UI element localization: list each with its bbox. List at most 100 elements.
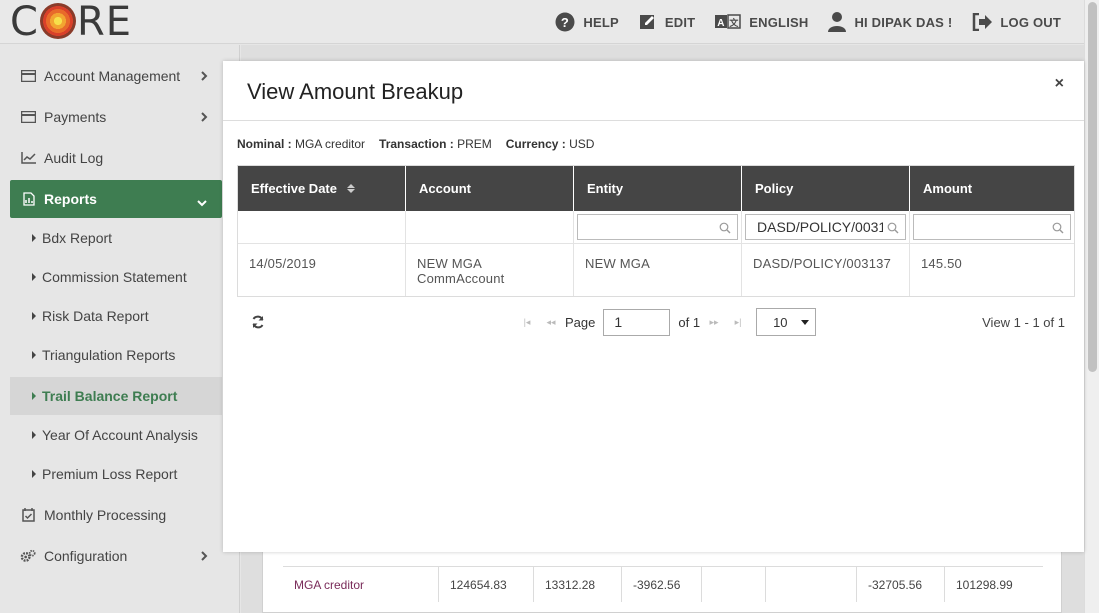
filter-cell-amount — [910, 211, 1074, 244]
sidebar-item-configuration[interactable]: Configuration — [10, 537, 222, 575]
line-chart-icon — [20, 152, 36, 164]
user-greeting: HI DIPAK DAS ! — [854, 14, 953, 30]
sidebar-subitem-commission-statement[interactable]: Commission Statement — [10, 258, 222, 296]
sidebar-item-label: Account Management — [44, 68, 181, 84]
edit-link[interactable]: EDIT — [639, 13, 695, 31]
table-cell — [766, 567, 857, 602]
currency-meta: Currency : USD — [506, 137, 595, 151]
subitem-label: Premium Loss Report — [42, 466, 178, 482]
sidebar-item-account-management[interactable]: Account Management — [10, 57, 222, 95]
trail-balance-table: MGA creditor 124654.83 13312.28 -3962.56… — [283, 548, 1043, 613]
transaction-meta: Transaction : PREM — [379, 137, 492, 151]
sidebar-item-monthly-processing[interactable]: Monthly Processing — [10, 496, 222, 534]
currency-value: USD — [569, 137, 595, 151]
page-label: Page — [565, 314, 596, 330]
column-header-entity[interactable]: Entity — [574, 166, 742, 211]
calendar-check-icon — [20, 508, 36, 522]
logout-link[interactable]: LOG OUT — [972, 13, 1061, 31]
last-page-icon[interactable]: ▸| — [728, 317, 748, 328]
subitem-label: Risk Data Report — [42, 308, 149, 324]
sidebar-subitem-risk-data-report[interactable]: Risk Data Report — [10, 297, 222, 335]
sidebar-subitem-year-of-account-analysis[interactable]: Year Of Account Analysis — [10, 416, 222, 454]
table-cell: 124654.83 — [439, 567, 534, 602]
entity-filter-input[interactable] — [578, 215, 737, 239]
column-header-policy[interactable]: Policy — [742, 166, 910, 211]
subitem-label: Commission Statement — [42, 269, 187, 285]
sidebar-item-payments[interactable]: Payments — [10, 98, 222, 136]
svg-text:A: A — [718, 18, 725, 29]
translate-icon: A文 — [715, 14, 742, 30]
refresh-icon[interactable] — [251, 315, 265, 332]
language-label: ENGLISH — [749, 14, 809, 30]
column-label: Effective Date — [251, 181, 337, 196]
sign-out-icon — [972, 13, 993, 31]
filter-cell-empty — [406, 211, 574, 244]
rows-per-page-value: 10 — [773, 314, 788, 330]
page-number-input[interactable]: 1 — [603, 308, 671, 336]
chevron-right-icon — [200, 110, 208, 126]
sort-icon[interactable] — [346, 184, 355, 193]
caret-right-icon — [32, 351, 36, 359]
column-label: Policy — [755, 181, 794, 196]
top-nav: ? HELP EDIT A文 ENGLISH HI DIPAK DAS ! LO… — [555, 0, 1061, 44]
user-menu[interactable]: HI DIPAK DAS ! — [828, 12, 952, 32]
language-selector[interactable]: A文 ENGLISH — [715, 14, 808, 30]
question-circle-icon: ? — [555, 12, 575, 32]
sidebar-subitem-triangulation-reports[interactable]: Triangulation Reports — [10, 336, 222, 374]
prev-page-icon[interactable]: ◂◂ — [541, 317, 561, 328]
caret-right-icon — [32, 234, 36, 242]
sidebar-subitem-premium-loss-report[interactable]: Premium Loss Report — [10, 455, 222, 493]
page-scrollbar[interactable] — [1084, 0, 1099, 613]
cell-amount: 145.50 — [921, 256, 962, 271]
next-page-icon[interactable]: ▸▸ — [704, 317, 724, 328]
card-icon — [20, 111, 36, 123]
sidebar-item-label: Configuration — [44, 548, 128, 564]
nominal-link[interactable]: MGA creditor — [283, 567, 439, 602]
sidebar-item-label: Payments — [44, 109, 107, 125]
column-label: Amount — [923, 181, 973, 196]
caret-right-icon — [32, 392, 36, 400]
nominal-meta: Nominal : MGA creditor — [237, 137, 365, 151]
card-icon — [20, 70, 36, 82]
account-line: NEW MGA — [417, 256, 482, 271]
sidebar-subitem-bdx-report[interactable]: Bdx Report — [10, 219, 222, 257]
grid-header: Effective Date Account Entity Policy Amo… — [238, 166, 1074, 211]
column-header-amount[interactable]: Amount — [910, 166, 1074, 211]
modal-title: View Amount Breakup — [247, 79, 464, 104]
column-header-effective-date[interactable]: Effective Date — [238, 166, 406, 211]
nominal-value: MGA creditor — [295, 137, 366, 151]
close-icon[interactable]: × — [1055, 75, 1064, 93]
breakup-grid: Effective Date Account Entity Policy Amo… — [237, 165, 1075, 297]
logo-letters: RE — [76, 0, 133, 45]
user-icon — [828, 12, 847, 32]
column-header-account[interactable]: Account — [406, 166, 574, 211]
table-cell — [702, 567, 766, 602]
core-logo[interactable]: C RE — [10, 2, 132, 42]
currency-label: Currency : — [505, 137, 566, 151]
help-link[interactable]: ? HELP — [555, 12, 619, 32]
filter-cell-empty — [238, 211, 406, 244]
cell-policy: DASD/POLICY/003137 — [742, 244, 910, 296]
sidebar-subitem-trail-balance-report[interactable]: Trail Balance Report — [10, 377, 222, 415]
report-icon — [20, 192, 36, 206]
subitem-label: Bdx Report — [42, 230, 113, 246]
scrollbar-thumb[interactable] — [1088, 2, 1097, 372]
transaction-label: Transaction : — [379, 137, 454, 151]
filter-cell-entity — [574, 211, 742, 244]
caret-right-icon — [32, 470, 36, 478]
sidebar-item-audit-log[interactable]: Audit Log — [10, 139, 222, 177]
logout-label: LOG OUT — [1000, 14, 1061, 30]
table-row[interactable]: 14/05/2019 NEW MGA CommAccount NEW MGA DA… — [238, 244, 1074, 296]
search-icon — [1052, 221, 1064, 237]
sidebar-item-reports[interactable]: Reports — [10, 180, 222, 218]
svg-text:文: 文 — [729, 17, 740, 28]
caret-right-icon — [32, 273, 36, 281]
transaction-value: PREM — [457, 137, 492, 151]
amount-filter-input[interactable] — [914, 215, 1070, 239]
rows-per-page-select[interactable]: 10 — [756, 308, 817, 336]
page-of-label: of 1 — [678, 314, 701, 330]
chevron-down-icon — [196, 194, 208, 210]
pager-controls: |◂ ◂◂ Page 1 of 1 ▸▸ ▸| 10 — [517, 308, 817, 336]
first-page-icon[interactable]: |◂ — [517, 317, 537, 328]
policy-filter-input[interactable] — [746, 215, 905, 239]
